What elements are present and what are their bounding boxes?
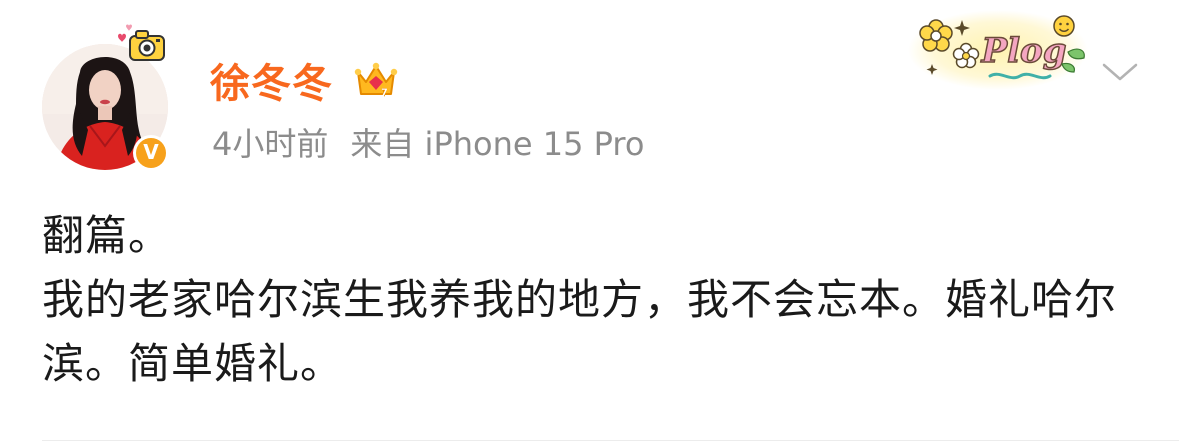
author-name[interactable]: 徐冬冬 [210,52,333,108]
post-body: 翻篇。 我的老家哈尔滨生我养我的地方，我不会忘本。婚礼哈尔滨。简单婚礼。 [42,204,1132,396]
chevron-down-icon[interactable] [1100,60,1140,84]
divider [42,440,1179,441]
post-source[interactable]: 来自 iPhone 15 Pro [350,119,644,165]
crown-icon[interactable]: 7 [354,58,398,102]
plog-sticker-icon: Plog [908,10,1088,90]
post-time: 4小时前 [212,125,329,163]
verified-v-icon: V [136,138,166,168]
post-body-line: 我的老家哈尔滨生我养我的地方，我不会忘本。婚礼哈尔滨。简单婚礼。 [42,275,1118,388]
verified-badge: V [133,135,169,171]
camera-sticker-icon [118,24,165,61]
svg-text:7: 7 [381,88,387,98]
post-meta: 4小时前 来自 iPhone 15 Pro [212,120,644,164]
plog-label: Plog [981,31,1067,71]
post-body-line: 翻篇。 [42,211,172,260]
